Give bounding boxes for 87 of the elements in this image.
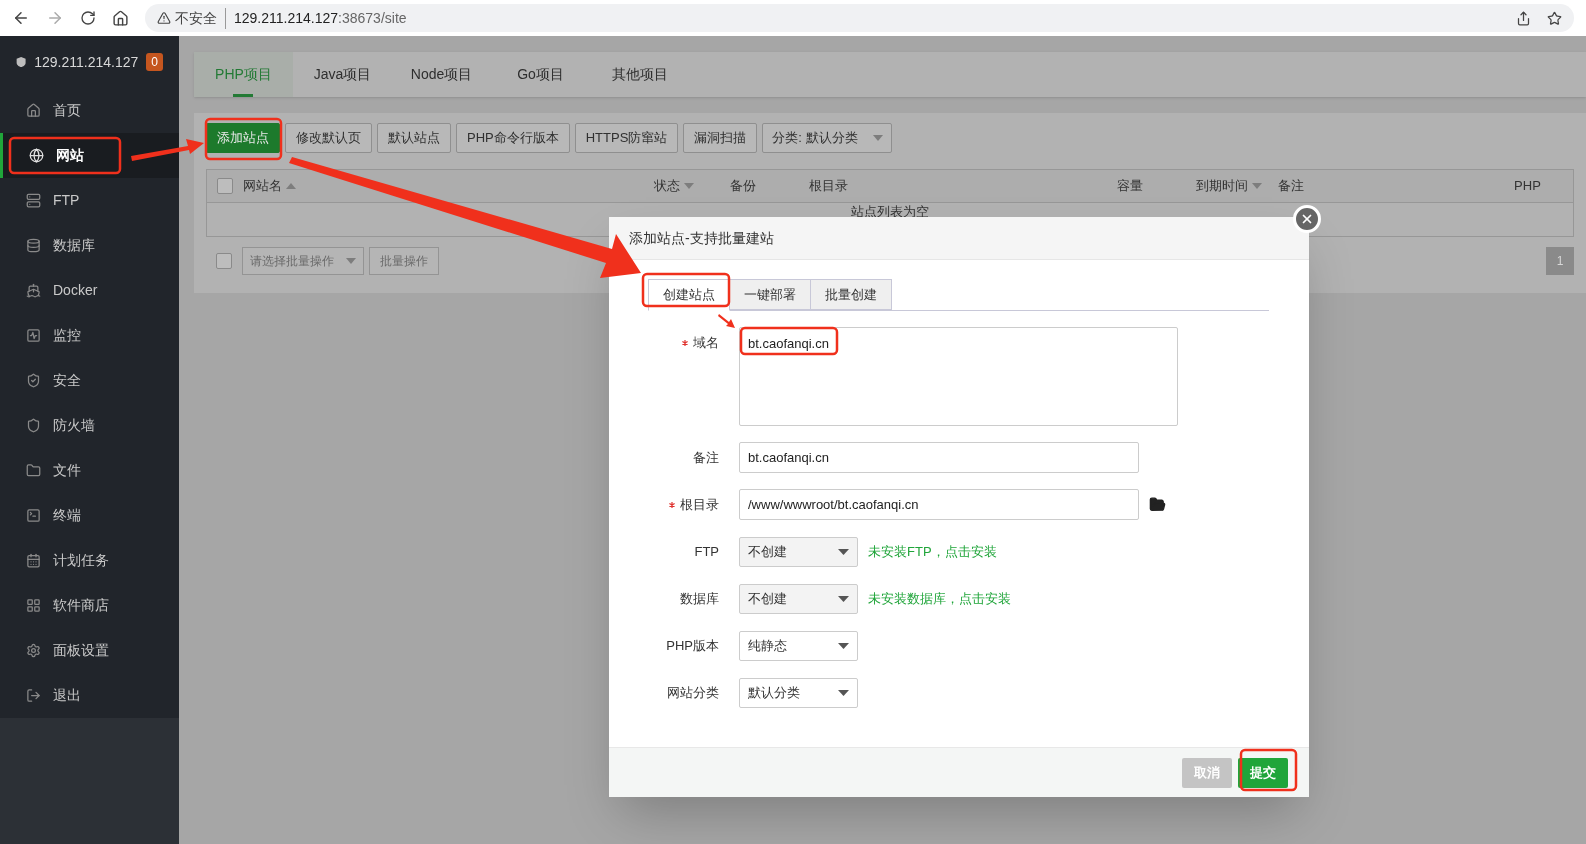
shield-check-icon [26, 373, 41, 388]
select-field[interactable]: 纯静态 [739, 630, 858, 661]
sidebar-item[interactable]: 数据库 [0, 223, 179, 268]
notification-badge: 0 [146, 53, 163, 71]
text-field[interactable]: /www/wwwroot/bt.caofanqi.cn [739, 489, 1139, 520]
field-label: FTP [694, 542, 719, 561]
folder-icon[interactable] [1149, 496, 1166, 513]
chart-icon [26, 328, 41, 343]
field-label: 域名 [693, 333, 719, 352]
dropdown-caret-icon [838, 642, 849, 649]
sidebar-item[interactable]: 终端 [0, 493, 179, 538]
sidebar-item[interactable]: 安全 [0, 358, 179, 403]
dropdown-caret-icon [838, 689, 849, 696]
field-label: PHP版本 [666, 636, 719, 655]
security-label: 不安全 [175, 7, 226, 29]
sidebar-item[interactable]: 软件商店 [0, 583, 179, 628]
toolbar-button[interactable]: PHP命令行版本 [456, 123, 570, 153]
text-field[interactable]: bt.caofanqi.cn [739, 442, 1139, 473]
column-header[interactable]: 状态 [653, 176, 680, 196]
sidebar-item[interactable]: 文件 [0, 448, 179, 493]
toolbar-button[interactable]: 漏洞扫描 [683, 123, 758, 153]
column-header[interactable]: PHP [1514, 176, 1541, 196]
database-icon [26, 238, 41, 253]
highlight-box [1239, 748, 1298, 792]
home-icon[interactable] [112, 9, 129, 27]
server-icon [26, 193, 41, 208]
sidebar-item[interactable]: FTP [0, 178, 179, 223]
dialog-tab[interactable]: 一键部署 [729, 279, 811, 310]
dropdown-caret-icon [346, 258, 356, 264]
sidebar-item[interactable]: 网站 [0, 133, 179, 178]
project-tab[interactable]: 其他项目 [590, 52, 689, 97]
toolbar-button[interactable]: 修改默认页 [285, 123, 372, 153]
dropdown-caret-icon [838, 548, 849, 555]
field-label: 网站分类 [667, 683, 719, 702]
dialog-tab[interactable]: 批量创建 [810, 279, 892, 310]
sidebar-item[interactable]: Docker [0, 268, 179, 313]
dropdown-caret-icon [873, 135, 884, 141]
toolbar-button[interactable]: 默认站点 [377, 123, 451, 153]
select-field[interactable]: 默认分类 [739, 677, 858, 708]
ship-icon [26, 283, 41, 298]
url-path: :38673/site [338, 8, 407, 28]
sidebar-item[interactable]: 面板设置 [0, 628, 179, 673]
column-header[interactable]: 根目录 [808, 176, 848, 196]
sidebar-item[interactable]: 退出 [0, 673, 179, 718]
column-header[interactable]: 备注 [1278, 176, 1305, 196]
project-tab[interactable]: Go项目 [491, 52, 590, 97]
globe-icon [29, 148, 44, 163]
home-icon [26, 103, 41, 118]
column-header[interactable]: 网站名 [243, 176, 282, 196]
grid-icon [26, 598, 41, 613]
dropdown-caret-icon [838, 595, 849, 602]
calendar-icon [26, 553, 41, 568]
close-icon [1300, 212, 1314, 226]
share-icon[interactable] [1516, 10, 1531, 26]
field-label: 数据库 [680, 589, 719, 608]
column-header[interactable]: 容量 [1117, 176, 1144, 196]
reload-icon[interactable] [80, 10, 96, 26]
sidebar-item[interactable]: 计划任务 [0, 538, 179, 583]
project-tab[interactable]: Java项目 [293, 52, 392, 97]
back-icon[interactable] [12, 9, 30, 27]
dialog-title: 添加站点-支持批量建站 [629, 228, 774, 248]
field-label: 根目录 [680, 495, 719, 514]
url-host: 129.211.214.127 [234, 8, 339, 28]
sidebar-item[interactable]: 防火墙 [0, 403, 179, 448]
shield-icon [26, 418, 41, 433]
sidebar-item[interactable]: 首页 [0, 88, 179, 133]
settings-icon [26, 643, 41, 658]
folder-icon [26, 463, 41, 478]
address-bar[interactable]: 不安全 129.211.214.127:38673/site [145, 4, 1574, 32]
terminal-icon [26, 508, 41, 523]
warning-icon [157, 11, 171, 25]
add-site-button[interactable]: 添加站点 [206, 123, 280, 153]
project-tab[interactable]: Node项目 [392, 52, 491, 97]
domain-textarea[interactable]: bt.caofanqi.cn [739, 327, 1178, 426]
sidebar-item[interactable]: 监控 [0, 313, 179, 358]
field-label: 备注 [693, 448, 719, 467]
bookmark-icon[interactable] [1547, 10, 1562, 26]
category-select[interactable]: 分类: 默认分类 [762, 123, 893, 153]
arrow [718, 314, 735, 328]
column-header[interactable]: 备份 [730, 176, 757, 196]
logout-icon [26, 688, 41, 703]
select-all-checkbox[interactable] [217, 178, 233, 194]
server-address: 129.211.214.127 [34, 52, 139, 72]
dialog-tab[interactable]: 创建站点 [648, 279, 730, 311]
toolbar-button[interactable]: HTTPS防窜站 [574, 123, 679, 153]
column-header[interactable]: 到期时间 [1195, 176, 1248, 196]
row-checkbox[interactable] [216, 253, 232, 269]
